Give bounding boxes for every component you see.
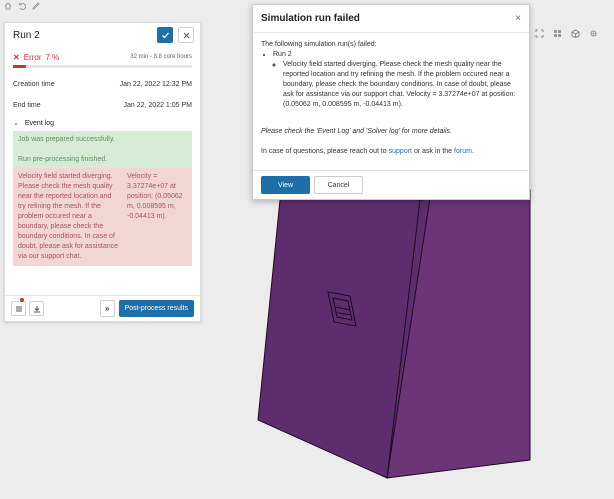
- creation-time-value: Jan 22, 2022 12:32 PM: [119, 81, 192, 88]
- log-success-block: Job was prepared successfully. Run pre-p…: [13, 131, 192, 168]
- help-middle: or ask in the: [412, 148, 455, 155]
- failed-run-detail: Velocity field started diverging. Please…: [283, 60, 521, 110]
- run-duration: 32 min - 8.8 core hours: [130, 54, 192, 60]
- log-list-button[interactable]: [11, 298, 26, 316]
- close-icon[interactable]: ×: [515, 13, 521, 24]
- dialog-intro: The following simulation run(s) failed:: [261, 41, 377, 48]
- run-panel: Run 2 ✕ Error 7 % 32 min - 8.8 core hour…: [4, 22, 201, 322]
- log-entry: Job was prepared successfully.: [18, 136, 115, 143]
- creation-time-row: Creation time Jan 22, 2022 12:32 PM: [5, 74, 200, 95]
- dialog-note: Please check the 'Event Log' and 'Solver…: [261, 128, 452, 135]
- dialog-help: In case of questions, please reach out t…: [261, 147, 521, 157]
- cancel-button[interactable]: Cancel: [314, 176, 363, 194]
- event-log-label: Event log: [24, 119, 55, 127]
- status-label: Error: [23, 52, 42, 62]
- close-icon: [183, 32, 189, 38]
- help-prefix: In case of questions, please reach out t…: [261, 148, 389, 155]
- notification-dot: [20, 298, 24, 302]
- view-button[interactable]: View: [261, 176, 310, 194]
- edit-icon[interactable]: [31, 2, 40, 11]
- settings-icon[interactable]: [589, 29, 598, 38]
- status-row: ✕ Error 7 % 32 min - 8.8 core hours: [5, 51, 200, 63]
- progress-bar: [13, 65, 192, 68]
- log-error-message: Velocity field started diverging. Please…: [18, 173, 119, 260]
- end-time-label: End time: [13, 102, 41, 109]
- progress-fill: [13, 65, 26, 68]
- run-header: Run 2: [5, 23, 200, 47]
- simulation-failed-dialog: Simulation run failed × The following si…: [252, 4, 530, 200]
- run-title: Run 2: [13, 29, 40, 41]
- undo-icon[interactable]: [18, 2, 27, 10]
- confirm-button[interactable]: [157, 27, 173, 43]
- dialog-body: The following simulation run(s) failed: …: [253, 33, 529, 157]
- home-icon[interactable]: [4, 2, 12, 10]
- log-error-value: Velocity = 3.37274e+07 at position: (0.0…: [127, 173, 183, 220]
- frame-icon[interactable]: [535, 29, 544, 38]
- check-icon: [161, 32, 169, 38]
- end-time-row: End time Jan 22, 2022 1:05 PM: [5, 95, 200, 116]
- log-error-block: Velocity field started diverging. Please…: [13, 168, 192, 266]
- chevron-down-icon: ⌄: [13, 120, 19, 127]
- post-process-button[interactable]: Post-process results: [118, 300, 194, 317]
- download-icon: [33, 305, 40, 312]
- view-toolbar: [535, 29, 598, 39]
- list-icon: [15, 306, 22, 311]
- support-link[interactable]: support: [389, 148, 412, 155]
- failed-run-item: Run 2 Velocity field started diverging. …: [273, 50, 521, 110]
- forum-link[interactable]: forum: [454, 148, 472, 155]
- download-button[interactable]: [29, 301, 44, 316]
- failed-runs-list: Run 2 Velocity field started diverging. …: [273, 50, 521, 110]
- help-suffix: .: [471, 148, 474, 155]
- view-cube-icon[interactable]: [571, 29, 580, 39]
- dialog-footer: View Cancel: [253, 170, 529, 199]
- end-time-value: Jan 22, 2022 1:05 PM: [123, 102, 193, 109]
- close-panel-button[interactable]: [178, 27, 194, 43]
- expand-button[interactable]: »: [99, 300, 115, 317]
- error-icon: ✕: [13, 52, 20, 62]
- dialog-header: Simulation run failed ×: [253, 5, 529, 33]
- dialog-title: Simulation run failed: [261, 13, 360, 24]
- grid-icon[interactable]: [553, 29, 562, 38]
- top-toolbar: [4, 2, 40, 11]
- panel-footer: » Post-process results: [5, 295, 200, 321]
- creation-time-label: Creation time: [13, 81, 55, 88]
- log-entry: Run pre-processing finished.: [18, 156, 108, 163]
- status-percent: 7 %: [45, 52, 60, 62]
- failed-run-name: Run 2: [273, 51, 292, 58]
- event-log-toggle[interactable]: ⌄ Event log: [5, 116, 200, 130]
